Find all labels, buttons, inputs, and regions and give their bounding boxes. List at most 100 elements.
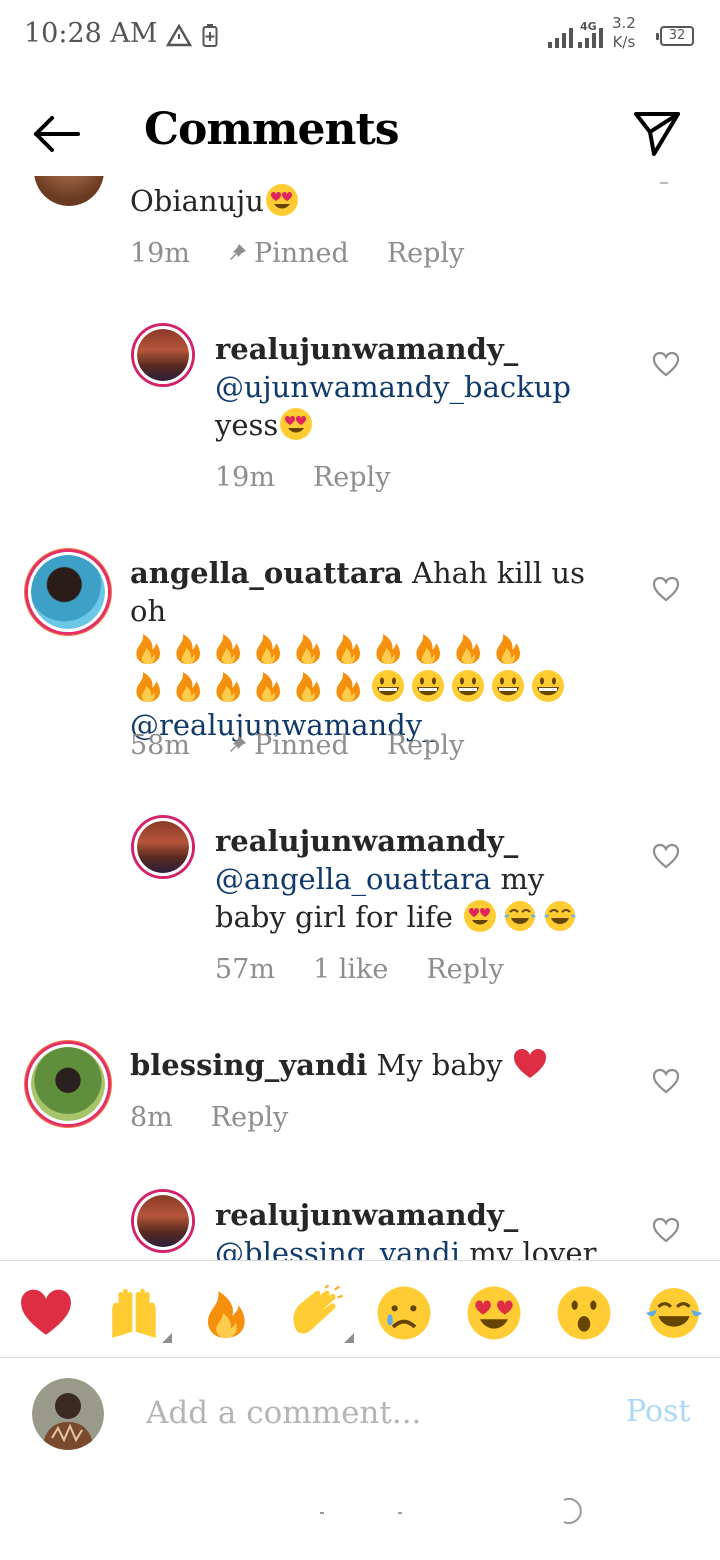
grinning-face-emoji-icon bbox=[372, 670, 404, 702]
avatar[interactable] bbox=[134, 1192, 192, 1250]
reaction-heart-eyes[interactable] bbox=[466, 1285, 522, 1341]
crying-face-icon bbox=[377, 1286, 431, 1340]
heart-eyes-emoji-icon bbox=[265, 184, 298, 216]
comment-meta: 19m Pinned Reply bbox=[130, 238, 502, 269]
like-count[interactable]: 1 like bbox=[313, 954, 388, 985]
back-button[interactable] bbox=[28, 106, 84, 162]
share-button[interactable] bbox=[628, 104, 684, 160]
comment-time: 19m bbox=[130, 238, 190, 269]
avatar[interactable] bbox=[134, 326, 192, 384]
fire-emoji-icon bbox=[336, 672, 360, 702]
nav-home-indicator[interactable] bbox=[320, 1512, 324, 1514]
signal-icon bbox=[548, 26, 576, 48]
reaction-crying-face[interactable] bbox=[376, 1285, 432, 1341]
nav-back-indicator[interactable] bbox=[398, 1512, 402, 1514]
fire-emoji-icon bbox=[336, 634, 360, 664]
raising-hands-icon bbox=[112, 1288, 156, 1338]
grinning-face-emoji-icon bbox=[412, 670, 444, 702]
avatar[interactable] bbox=[34, 176, 104, 206]
avatar[interactable] bbox=[134, 818, 192, 876]
like-button[interactable] bbox=[652, 843, 680, 869]
comment-time: 58m bbox=[130, 730, 190, 761]
fire-emoji-icon bbox=[296, 634, 320, 664]
heart-eyes-face-icon bbox=[467, 1286, 521, 1340]
comment-time: 8m bbox=[130, 1102, 173, 1133]
avatar[interactable] bbox=[28, 1044, 108, 1124]
heart-eyes-emoji-icon bbox=[464, 900, 497, 932]
comment-list[interactable]: Obianuju 19m Pinned Reply realujunwamandy_… bbox=[0, 176, 720, 1260]
comment-username[interactable]: realujunwamandy_ bbox=[215, 332, 518, 366]
reply-button[interactable]: Reply bbox=[387, 730, 464, 761]
mention-link[interactable]: @angella_ouattara bbox=[215, 862, 491, 896]
reaction-clapping-hands[interactable] bbox=[288, 1284, 354, 1343]
comment-username[interactable]: angella_ouattara bbox=[130, 556, 403, 590]
like-button[interactable] bbox=[652, 351, 680, 377]
system-nav-bar bbox=[0, 1468, 720, 1560]
more-indicator-icon bbox=[660, 182, 668, 184]
heart-outline-icon bbox=[652, 843, 680, 869]
battery-indicator: 32 bbox=[656, 26, 694, 46]
like-button[interactable] bbox=[652, 576, 680, 602]
pinned-badge: Pinned bbox=[228, 238, 349, 269]
reaction-red-heart[interactable] bbox=[18, 1285, 74, 1341]
fire-emoji-icon bbox=[216, 634, 240, 664]
fire-emoji-icon bbox=[376, 634, 400, 664]
fire-emoji-icon bbox=[136, 672, 160, 702]
reply-button[interactable]: Reply bbox=[387, 238, 464, 269]
like-button[interactable] bbox=[652, 1068, 680, 1094]
profile-photo-icon bbox=[32, 1378, 104, 1450]
pinned-badge: Pinned bbox=[228, 730, 349, 761]
avatar[interactable] bbox=[28, 552, 108, 632]
emoji-row bbox=[130, 668, 610, 706]
mention-link[interactable]: @blessing_yandi bbox=[215, 1236, 460, 1260]
fire-emoji-icon bbox=[496, 634, 520, 664]
fire-emoji-icon bbox=[256, 634, 280, 664]
grinning-face-emoji-icon bbox=[532, 670, 564, 702]
reaction-tears-of-joy[interactable] bbox=[646, 1285, 702, 1341]
comment-username[interactable]: blessing_yandi bbox=[130, 1048, 367, 1082]
like-button[interactable] bbox=[652, 1217, 680, 1243]
grinning-face-emoji-icon bbox=[492, 670, 524, 702]
comment-meta: 58m Pinned Reply bbox=[130, 730, 502, 761]
heart-eyes-emoji-icon bbox=[280, 408, 313, 440]
mention-link[interactable]: @ujunwamandy_backup bbox=[215, 370, 571, 404]
nav-recent-icon[interactable] bbox=[556, 1496, 586, 1526]
reply-meta: 57m 1 like Reply bbox=[215, 954, 542, 985]
pin-icon bbox=[229, 736, 246, 752]
reaction-fire[interactable] bbox=[198, 1285, 254, 1341]
reaction-surprised-face[interactable] bbox=[556, 1285, 612, 1341]
comment-username[interactable]: realujunwamandy_ bbox=[215, 824, 518, 858]
tears-of-joy-face-icon bbox=[646, 1288, 702, 1338]
reply-button[interactable]: Reply bbox=[426, 954, 503, 985]
heart-outline-icon bbox=[652, 351, 680, 377]
pin-icon bbox=[229, 244, 246, 260]
comment-text: angella_ouattara Ahah kill us oh @realuj… bbox=[130, 554, 610, 744]
comment-meta: 8m Reply bbox=[130, 1102, 326, 1133]
comment-input[interactable] bbox=[146, 1388, 586, 1438]
reaction-raising-hands[interactable] bbox=[106, 1285, 172, 1343]
my-avatar bbox=[32, 1378, 104, 1450]
red-heart-emoji-icon bbox=[513, 1049, 546, 1078]
comment-username[interactable]: realujunwamandy_ bbox=[215, 1198, 518, 1232]
reply-meta: 19m Reply bbox=[215, 462, 428, 493]
fire-emoji-icon bbox=[456, 634, 480, 664]
skin-tone-indicator bbox=[344, 1333, 354, 1343]
reply-button[interactable]: Reply bbox=[211, 1102, 288, 1133]
fire-emoji-icon bbox=[176, 672, 200, 702]
heart-outline-icon bbox=[652, 1068, 680, 1094]
fire-emoji-icon bbox=[136, 634, 160, 664]
reply-button[interactable]: Reply bbox=[313, 462, 390, 493]
warning-icon bbox=[166, 24, 192, 47]
tears-of-joy-emoji-icon bbox=[544, 901, 577, 931]
fire-emoji-icon bbox=[296, 672, 320, 702]
fire-emoji-icon bbox=[256, 672, 280, 702]
post-button[interactable]: Post bbox=[626, 1394, 690, 1429]
comment-time: 19m bbox=[215, 462, 275, 493]
status-time: 10:28 AM bbox=[24, 18, 158, 49]
comments-header: Comments bbox=[0, 96, 720, 168]
skin-tone-indicator bbox=[162, 1333, 172, 1343]
heart-outline-icon bbox=[652, 1217, 680, 1243]
signal-icon-2 bbox=[578, 26, 606, 48]
emoji-row bbox=[130, 630, 610, 668]
fire-emoji-icon bbox=[216, 672, 240, 702]
